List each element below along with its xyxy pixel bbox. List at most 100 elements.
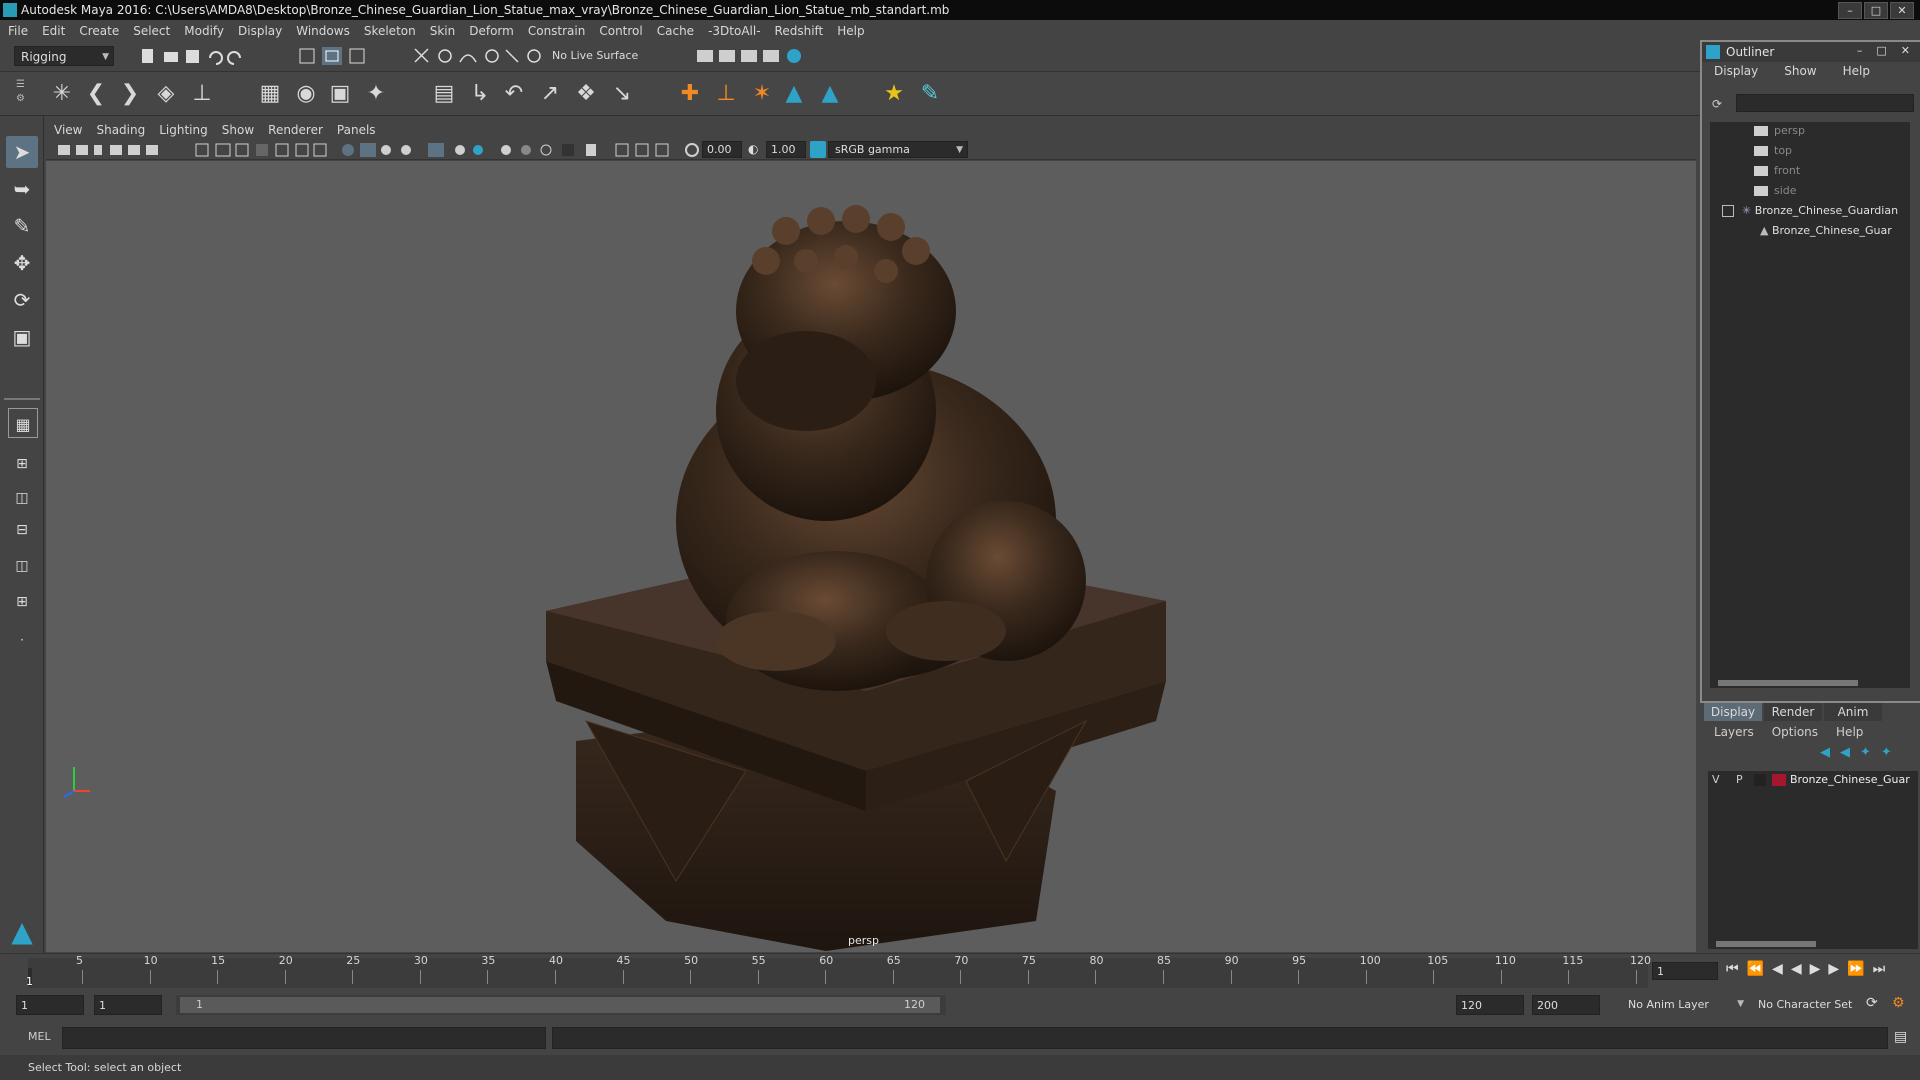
color-management-icon[interactable] <box>810 141 826 158</box>
outliner-menu-help[interactable]: Help <box>1843 64 1870 82</box>
side-by-side-layout-icon[interactable]: ◫ <box>6 482 38 514</box>
script-editor-icon[interactable]: ▤ <box>1894 1029 1912 1047</box>
hik-icon[interactable]: ▲ <box>780 80 808 108</box>
range-slider[interactable]: 1 120 <box>176 995 946 1015</box>
paint-select-icon[interactable]: ✎ <box>6 210 38 242</box>
outliner-item-persp[interactable]: persp <box>1754 122 1805 140</box>
menu-skeleton[interactable]: Skeleton <box>364 24 416 38</box>
panel-menu-shading[interactable]: Shading <box>96 123 145 137</box>
move-tool-icon[interactable]: ✥ <box>6 247 38 279</box>
point-constraint-icon[interactable]: ▤ <box>430 80 458 108</box>
minimize-icon[interactable]: – <box>1838 2 1862 19</box>
character-set-dropdown[interactable]: No Character Set <box>1752 995 1862 1015</box>
playback-controls[interactable]: ⏮ ⏪ ◀ ◀ ▶ ▶ ⏩ ⏭ <box>1726 961 1885 977</box>
advanced-skeleton-icon[interactable]: ✎ <box>916 80 944 108</box>
selection-mode-icons[interactable] <box>298 46 378 66</box>
layer-name[interactable]: Bronze_Chinese_Guar <box>1790 773 1910 786</box>
outliner-horizontal-scrollbar[interactable] <box>1710 678 1910 688</box>
close-icon[interactable]: ✕ <box>1901 44 1910 57</box>
outliner-item-side[interactable]: side <box>1754 182 1797 200</box>
render-icons[interactable] <box>695 46 805 66</box>
move-layer-down-icon[interactable]: ◀ <box>1840 745 1850 760</box>
time-slider-track[interactable] <box>28 958 1648 988</box>
panel-menu-view[interactable]: View <box>54 123 82 137</box>
go-to-end-icon[interactable]: ⏭ <box>1873 961 1886 977</box>
layer-action-icons[interactable]: ◀ ◀ ✦ ✦ <box>1820 745 1892 760</box>
mirror-joint-icon[interactable]: ❯ <box>116 80 144 108</box>
lasso-tool-icon[interactable]: ➥ <box>6 173 38 205</box>
layer-color-swatch[interactable] <box>1772 774 1786 786</box>
more-layouts-icon[interactable]: · <box>6 624 38 656</box>
outliner-item-front[interactable]: front <box>1754 162 1800 180</box>
new-layer-selected-icon[interactable]: ✦ <box>1881 745 1892 760</box>
current-frame-field[interactable]: 1 <box>1652 962 1718 980</box>
outliner-item-mesh[interactable]: ▲ Bronze_Chinese_Guar <box>1760 222 1892 240</box>
maximize-icon[interactable]: □ <box>1876 44 1886 57</box>
skeleton-icon[interactable]: ✶ <box>748 80 776 108</box>
gamma-field[interactable]: 1.00 <box>766 141 806 158</box>
collapse-icon[interactable] <box>1722 205 1734 217</box>
snap-icons[interactable] <box>412 46 542 66</box>
outliner-window-buttons[interactable]: – □ ✕ <box>1857 44 1910 57</box>
range-slider-handle[interactable] <box>180 997 940 1013</box>
layer-row[interactable]: V P Bronze_Chinese_Guar <box>1708 771 1918 789</box>
auto-key-icon[interactable]: ⟳ <box>1866 995 1878 1011</box>
select-tool-icon[interactable]: ➤ <box>6 136 38 168</box>
outliner-item-group[interactable]: ✳ Bronze_Chinese_Guardian <box>1722 202 1898 220</box>
minimize-icon[interactable]: – <box>1857 44 1863 57</box>
step-back-frame-icon[interactable]: ◀ <box>1772 961 1783 977</box>
menu-create[interactable]: Create <box>79 24 119 38</box>
animation-prefs-icon[interactable]: ⚙ <box>1892 995 1905 1011</box>
new-layer-icon[interactable]: ✦ <box>1860 745 1871 760</box>
playback-end-field[interactable]: 120 <box>1456 995 1524 1015</box>
animation-start-field[interactable]: 1 <box>16 995 84 1015</box>
menu-modify[interactable]: Modify <box>184 24 224 38</box>
colorspace-dropdown[interactable]: sRGB gamma ▼ <box>828 141 968 158</box>
ik-handle-icon[interactable]: ◈ <box>152 80 180 108</box>
scale-tool-icon[interactable]: ▣ <box>6 321 38 353</box>
outliner-persp-layout-icon[interactable]: ⊟ <box>6 514 38 546</box>
menu-constrain[interactable]: Constrain <box>528 24 586 38</box>
rotate-tool-icon[interactable]: ⟳ <box>6 284 38 316</box>
panel-menu-show[interactable]: Show <box>222 123 254 137</box>
tab-anim[interactable]: Anim <box>1824 703 1882 721</box>
menu-windows[interactable]: Windows <box>296 24 350 38</box>
outliner-search-input[interactable] <box>1736 94 1914 112</box>
menu-cache[interactable]: Cache <box>657 24 694 38</box>
layer-horizontal-scrollbar[interactable] <box>1708 939 1918 949</box>
panel-menu-panels[interactable]: Panels <box>337 123 376 137</box>
play-backward-icon[interactable]: ◀ <box>1791 961 1802 977</box>
parent-constraint-icon[interactable]: ❖ <box>572 80 600 108</box>
panel-toolbar-icons[interactable] <box>56 142 716 158</box>
tab-render[interactable]: Render <box>1764 703 1822 721</box>
menu-redshift[interactable]: Redshift <box>775 24 824 38</box>
hik-character-icon[interactable]: ▲ <box>816 80 844 108</box>
tab-display[interactable]: Display <box>1704 703 1762 721</box>
layer-visibility-toggle[interactable]: V <box>1712 773 1720 786</box>
step-back-key-icon[interactable]: ⏪ <box>1747 961 1764 977</box>
time-slider[interactable]: 1 5 10 15 20 25 30 35 40 45 50 55 60 65 70 75 80 85 90 95 1… <box>0 953 1920 991</box>
joint-orient-icon[interactable]: ⊥ <box>712 80 740 108</box>
menu-control[interactable]: Control <box>599 24 642 38</box>
anim-layer-dropdown[interactable]: No Anim Layer ▼ <box>1622 995 1748 1015</box>
gamma-toggle-icon[interactable]: ◐ <box>748 142 762 156</box>
panel-menu-renderer[interactable]: Renderer <box>268 123 323 137</box>
layer-playback-toggle[interactable]: P <box>1736 773 1743 786</box>
menu-edit[interactable]: Edit <box>42 24 65 38</box>
panel-menu-lighting[interactable]: Lighting <box>159 123 208 137</box>
locator-icon[interactable]: ✚ <box>676 80 704 108</box>
insert-joint-icon[interactable]: ❮ <box>82 80 110 108</box>
aim-constraint-icon[interactable]: ↳ <box>466 80 494 108</box>
playback-start-field[interactable]: 1 <box>94 995 162 1015</box>
orient-constraint-icon[interactable]: ↶ <box>500 80 528 108</box>
menu-help[interactable]: Help <box>837 24 864 38</box>
smooth-bind-icon[interactable]: ▦ <box>256 80 284 108</box>
menu-skin[interactable]: Skin <box>430 24 456 38</box>
script-language-label[interactable]: MEL <box>28 1030 51 1043</box>
step-forward-key-icon[interactable]: ⏩ <box>1847 961 1864 977</box>
live-surface-field[interactable]: No Live Surface <box>552 47 638 65</box>
shelf-options-icon[interactable]: ☰ ⚙ <box>16 78 30 110</box>
exposure-field[interactable]: 0.00 <box>702 141 742 158</box>
animation-end-field[interactable]: 200 <box>1532 995 1600 1015</box>
layers-menu-options[interactable]: Options <box>1772 725 1818 739</box>
